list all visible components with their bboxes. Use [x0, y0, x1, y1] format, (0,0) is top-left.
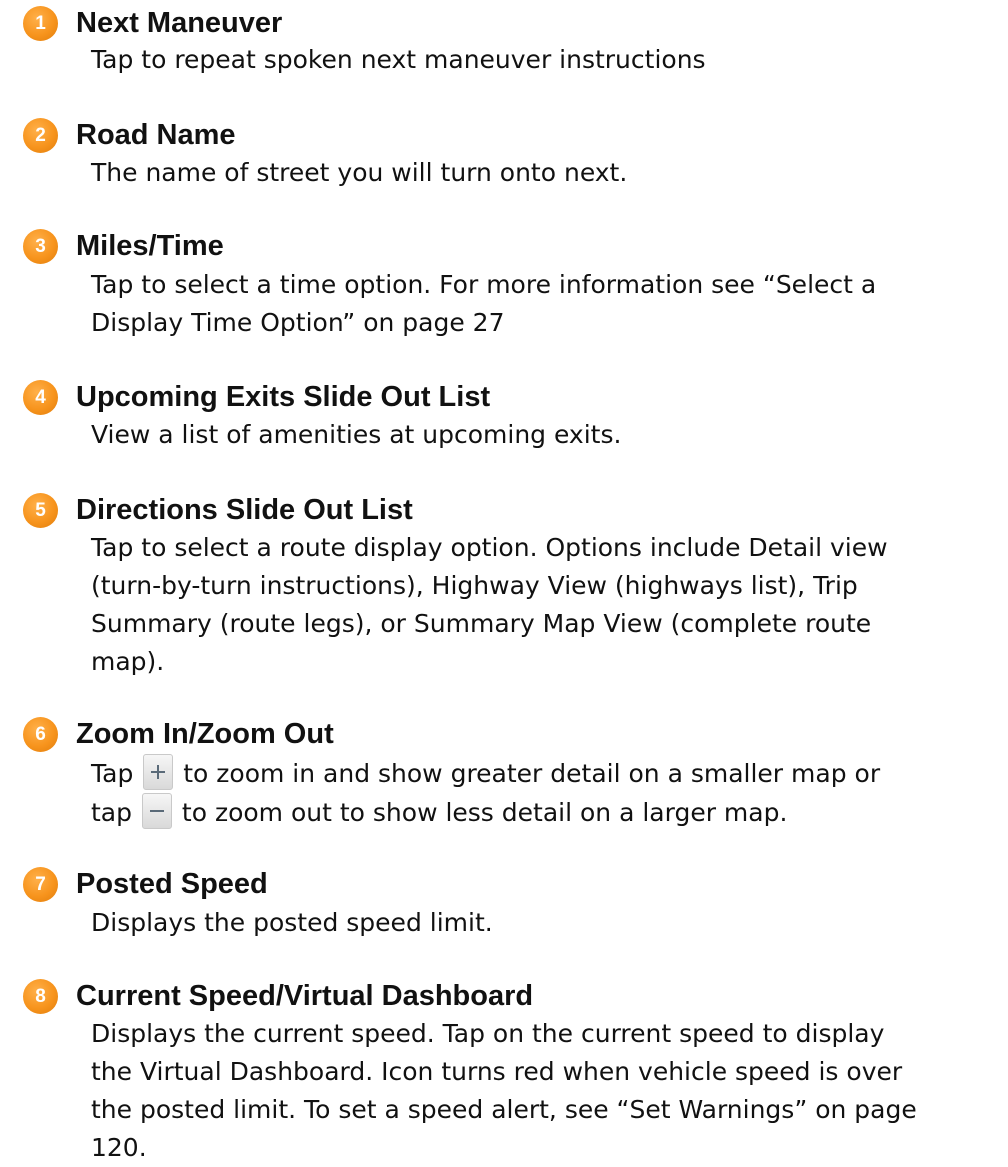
description-line: Tap to zoom in and show greater detail o… — [91, 754, 991, 793]
description-line: View a list of amenities at upcoming exi… — [91, 420, 622, 449]
description-text: tap — [91, 798, 132, 827]
description-line: Tap to select a route display option. Op… — [91, 533, 888, 562]
item-description: Tap to select a time option. For more in… — [91, 266, 991, 342]
item-description: Displays the current speed. Tap on the c… — [91, 1015, 991, 1167]
description-text: to zoom in and show greater detail on a … — [183, 759, 881, 788]
item-title: Current Speed/Virtual Dashboard — [76, 980, 534, 1012]
description-line: Displays the current speed. Tap on the c… — [91, 1019, 885, 1048]
item-description: Tap to select a route display option. Op… — [91, 529, 991, 681]
number-badge: 5 — [23, 493, 58, 528]
number-badge: 2 — [23, 118, 58, 153]
description-line: 120. — [91, 1133, 147, 1162]
number-badge: 6 — [23, 717, 58, 752]
item-description: View a list of amenities at upcoming exi… — [91, 416, 991, 454]
item-title: Posted Speed — [76, 868, 268, 900]
description-line: The name of street you will turn onto ne… — [91, 158, 628, 187]
item-title: Zoom In/Zoom Out — [76, 718, 334, 750]
description-line: the posted limit. To set a speed alert, … — [91, 1095, 917, 1124]
description-line: tap to zoom out to show less detail on a… — [91, 793, 991, 832]
description-line: map). — [91, 647, 165, 676]
number-badge: 3 — [23, 229, 58, 264]
description-text: Tap — [91, 759, 134, 788]
plus-icon — [143, 754, 174, 790]
number-badge: 8 — [23, 979, 58, 1014]
item-title: Road Name — [76, 119, 236, 151]
item-description: The name of street you will turn onto ne… — [91, 154, 991, 192]
item-description: Tap to zoom in and show greater detail o… — [91, 754, 991, 832]
description-line: (turn-by-turn instructions), Highway Vie… — [91, 571, 858, 600]
description-text: to zoom out to show less detail on a lar… — [181, 798, 788, 827]
description-line: the Virtual Dashboard. Icon turns red wh… — [91, 1057, 903, 1086]
item-description: Tap to repeat spoken next maneuver instr… — [91, 41, 991, 79]
description-line: Displays the posted speed limit. — [91, 908, 493, 937]
minus-icon — [141, 793, 172, 829]
item-title: Upcoming Exits Slide Out List — [76, 381, 491, 413]
item-description: Displays the posted speed limit. — [91, 904, 991, 942]
description-line: Tap to repeat spoken next maneuver instr… — [91, 45, 706, 74]
description-line: Summary (route legs), or Summary Map Vie… — [91, 609, 872, 638]
number-badge: 4 — [23, 380, 58, 415]
description-line: Display Time Option” on page 27 — [91, 308, 505, 337]
number-badge: 7 — [23, 867, 58, 902]
item-title: Next Maneuver — [76, 7, 283, 39]
number-badge: 1 — [23, 6, 58, 41]
description-line: Tap to select a time option. For more in… — [91, 270, 877, 299]
item-title: Miles/Time — [76, 230, 224, 262]
item-title: Directions Slide Out List — [76, 494, 413, 526]
